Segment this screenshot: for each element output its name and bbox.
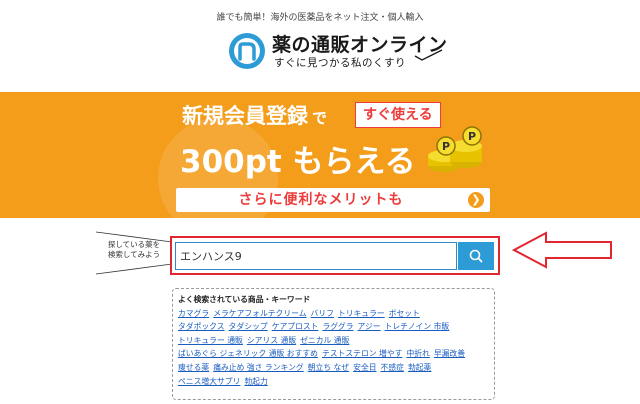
svg-text:P: P [442,140,450,153]
search-input[interactable] [175,242,457,270]
magnifier-icon [469,249,483,263]
keyword-link[interactable]: メラケアフォルテクリーム [213,309,306,318]
keyword-link[interactable]: 中折れ [406,349,429,358]
keyword-row: トリキュラー 通販 シアリス 通販 ゼニカル 通販 [178,334,489,348]
pointer-arrow-icon [512,231,612,269]
site-logo[interactable]: 薬の通販オンライン すぐに見つかる私のくすり [228,28,447,78]
check-mark-icon [414,49,443,61]
svg-text:P: P [468,130,476,143]
keyword-link[interactable]: トリキュラー [338,309,385,318]
popular-keywords: よく検索されている商品・キーワード カマグラ メラケアフォルテクリーム バリフ トリキ… [172,288,495,400]
keyword-link[interactable]: 痛み止め 強さ ランキング [213,363,304,372]
keyword-row: カマグラ メラケアフォルテクリーム バリフ トリキュラー ボセット [178,307,489,321]
search-bar [170,236,500,275]
keyword-link[interactable]: バリフ [311,309,334,318]
keyword-row: 痩せる薬 痛み止め 強さ ランキング 朝立ち なぜ 安全日 不感症 勃起薬 [178,361,489,375]
logo-n-icon [229,33,265,69]
chevron-right-icon: ❯ [468,192,484,208]
keyword-link[interactable]: カマグラ [178,309,209,318]
banner-headline: 新規会員登録で [182,100,327,130]
keyword-link[interactable]: ペニス増大サプリ [178,377,240,386]
signup-banner[interactable]: 新規会員登録で すぐ使える 300pt もらえる P P さらに便利なメリットも… [0,92,640,218]
banner-particle: で [312,109,328,127]
keyword-link[interactable]: アジー [358,322,381,331]
keyword-link[interactable]: ゼニカル 通販 [300,336,349,345]
keyword-link[interactable]: シアリス 通販 [247,336,296,345]
keyword-link[interactable]: ケアプロスト [272,322,319,331]
keyword-link[interactable]: テストステロン 増やす [322,349,402,358]
keyword-link[interactable]: ボセット [389,309,420,318]
keyword-link[interactable]: ばいあぐら ジェネリック 通販 おすすめ [178,349,318,358]
search-button[interactable] [458,242,494,270]
keyword-link[interactable]: 早漏改善 [434,349,465,358]
keyword-link[interactable]: ラググラ [322,322,353,331]
banner-big-text: 300pt もらえる [180,144,416,180]
tagline: 誰でも簡単！海外の医薬品をネット注文・個人輸入 [216,13,424,23]
keywords-list: カマグラ メラケアフォルテクリーム バリフ トリキュラー ボセット タダポックス タダシップ… [178,307,489,389]
keyword-link[interactable]: タダシップ [229,322,268,331]
search-hint: 探している薬を 検索してみよう [100,240,168,260]
keyword-link[interactable]: 勃起薬 [408,363,431,372]
keyword-row: ペニス増大サプリ 勃起力 [178,375,489,389]
keyword-row: タダポックス タダシップ ケアプロスト ラググラ アジー トレチノイン 市販 [178,320,489,334]
banner-headline-text: 新規会員登録 [182,104,308,128]
keyword-link[interactable]: 朝立ち なぜ [308,363,349,372]
keyword-link[interactable]: トリキュラー 通販 [178,336,243,345]
search-hint-line2: 検索してみよう [107,250,161,259]
keyword-link[interactable]: 安全日 [353,363,376,372]
keyword-link[interactable]: トレチノイン 市販 [385,322,450,331]
keyword-link[interactable]: 勃起力 [244,377,267,386]
search-hint-line1: 探している薬を [107,240,161,249]
banner-bar-text: さらに便利なメリットも [238,192,404,208]
keyword-link[interactable]: 痩せる薬 [178,363,209,372]
coins-icon: P P [428,126,482,172]
keywords-title: よく検索されている商品・キーワード [178,295,311,304]
banner-benefits-bar[interactable]: さらに便利なメリットも ❯ [176,188,490,212]
keyword-row: ばいあぐら ジェネリック 通販 おすすめ テストステロン 増やす 中折れ 早漏改善 [178,347,489,361]
logo-subtitle: すぐに見つかる私のくすり [274,57,406,69]
keyword-link[interactable]: タダポックス [178,322,225,331]
keyword-link[interactable]: 不感症 [381,363,404,372]
